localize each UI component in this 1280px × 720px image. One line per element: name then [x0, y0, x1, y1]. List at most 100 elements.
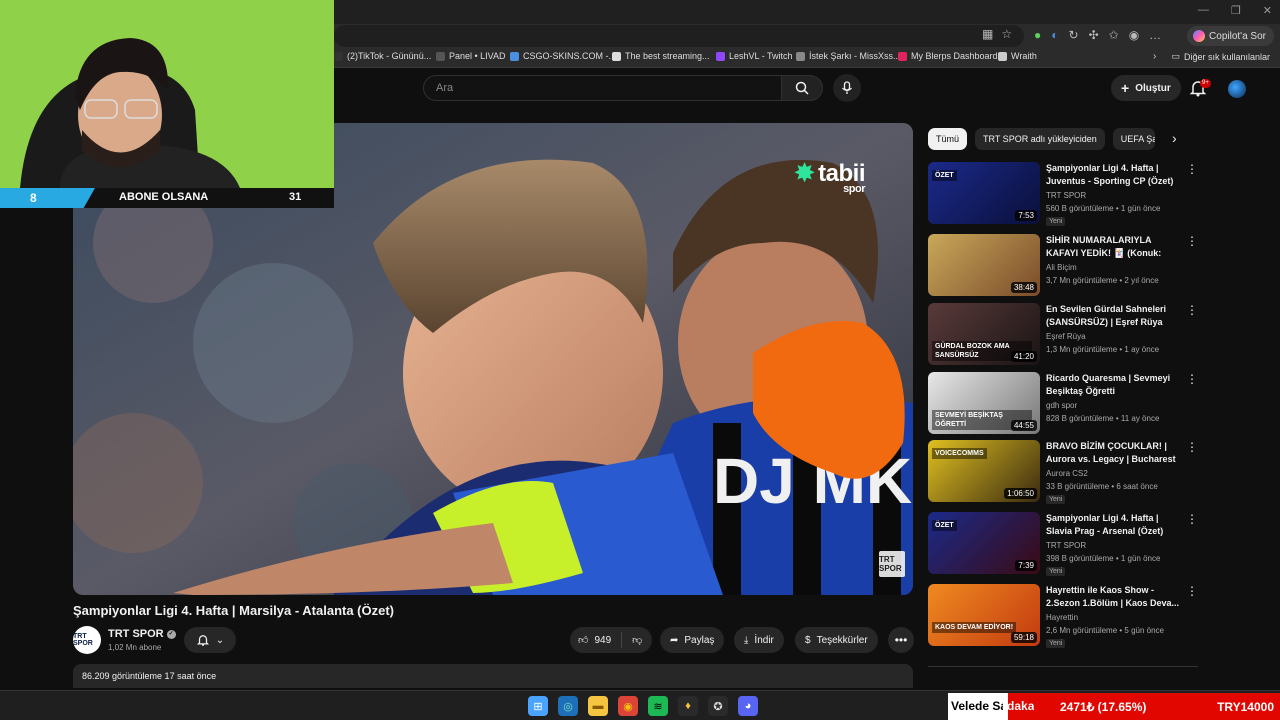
file-explorer-icon[interactable]: ▬: [588, 696, 608, 716]
kebab-menu-icon[interactable]: ⋮: [1186, 512, 1198, 526]
profile-icon[interactable]: ◉: [1129, 28, 1139, 42]
kebab-menu-icon[interactable]: ⋮: [1186, 584, 1198, 598]
thanks-button[interactable]: $ Teşekkürler: [795, 627, 878, 653]
trt-spor-watermark: TRT SPOR: [879, 551, 905, 577]
address-field[interactable]: [334, 25, 1024, 47]
bell-icon: [196, 635, 209, 646]
app-github-icon[interactable]: ✪: [708, 696, 728, 716]
restore-icon[interactable]: ❐: [1231, 4, 1241, 17]
new-badge: Yeni: [1046, 495, 1066, 504]
other-bookmarks[interactable]: ▭ Diğer sık kullanılanlar: [1171, 51, 1270, 62]
recommendation-item[interactable]: GÜRDAL BOZOK AMA SANSÜRSÜZ 41:20 En Sevile…: [928, 303, 1198, 369]
video-thumbnail[interactable]: 38:48: [928, 234, 1040, 296]
video-title: Şampiyonlar Ligi 4. Hafta | Marsilya - A…: [73, 603, 395, 618]
donation-goal: TRY14000: [1217, 699, 1274, 714]
more-actions-button[interactable]: •••: [888, 627, 914, 653]
recommendation-item[interactable]: ÖZET 7:53 Şampiyonlar Ligi 4. Hafta | Juve…: [928, 162, 1198, 228]
video-duration: 7:39: [1015, 560, 1037, 571]
streamer-webcam: [0, 0, 334, 188]
video-thumbnail[interactable]: SEVMEYİ BEŞİKTAŞ ÖĞRETTİ 44:55: [928, 372, 1040, 434]
create-button[interactable]: + Oluştur: [1111, 75, 1181, 101]
video-duration: 59:18: [1010, 632, 1037, 643]
recommendation-item[interactable]: KAOS DEVAM EDİYOR! 59:18 Hayrettin ile Kao…: [928, 584, 1198, 650]
chrome-icon[interactable]: ◉: [618, 696, 638, 716]
recommendation-video-title: Şampiyonlar Ligi 4. Hafta | Slavia Prag …: [1046, 513, 1164, 536]
video-thumbnail[interactable]: ÖZET 7:53: [928, 162, 1040, 224]
favorites-icon[interactable]: ✩: [1109, 28, 1119, 42]
bookmark-label: My Blerps Dashboard: [911, 51, 998, 61]
kebab-menu-icon[interactable]: ⋮: [1186, 372, 1198, 386]
copilot-button[interactable]: Copilot'a Sor: [1187, 26, 1274, 46]
kebab-menu-icon[interactable]: ⋮: [1186, 303, 1198, 317]
bookmark-favicon-icon: [898, 51, 907, 61]
search-button[interactable]: [781, 75, 823, 101]
bookmark-item[interactable]: İstek Şarkı - MissXss...: [796, 51, 901, 61]
account-avatar[interactable]: [1228, 80, 1246, 98]
recommendation-item[interactable]: SEVMEYİ BEŞİKTAŞ ÖĞRETTİ 44:55 Ricardo Qua…: [928, 372, 1198, 438]
recommendation-item[interactable]: 38:48 SİHİR NUMARALARIYLA KAFAYI YEDİK! 🃏…: [928, 234, 1198, 300]
bookmark-item[interactable]: CSGO-SKINS.COM -...: [510, 51, 616, 61]
goal-current: 8: [0, 188, 95, 208]
subscription-bell-button[interactable]: ⌄: [184, 627, 236, 653]
minimize-icon[interactable]: —: [1198, 4, 1209, 17]
recommendation-video-meta: 398 B görüntüleme • 1 gün önce: [1046, 554, 1161, 563]
shield-extension-icon[interactable]: ●: [1034, 28, 1041, 42]
voice-search-button[interactable]: [833, 74, 861, 102]
edge-icon[interactable]: ◎: [558, 696, 578, 716]
more-menu-icon[interactable]: …: [1149, 28, 1161, 42]
recommendation-channel-name: TRT SPOR: [1046, 191, 1087, 200]
filter-chip[interactable]: TRT SPOR adlı yükleyiciden: [975, 128, 1105, 150]
channel-name[interactable]: TRT SPOR ✓: [108, 628, 176, 640]
like-button[interactable]: 👍︎ 949: [570, 632, 623, 648]
filter-chip[interactable]: UEFA Şan: [1112, 128, 1155, 150]
bookmark-item[interactable]: The best streaming...: [612, 51, 710, 61]
close-icon[interactable]: ✕: [1263, 4, 1272, 17]
bookmarks-overflow-icon[interactable]: ›: [1153, 51, 1156, 62]
tabii-brand-sub: spor: [843, 183, 865, 195]
app-lamp-icon[interactable]: ♦: [678, 696, 698, 716]
goal-target: 31: [289, 191, 302, 203]
share-arrow-icon: ➦: [670, 634, 679, 646]
bookmark-label: (2)TikTok - Gününü...: [347, 51, 432, 61]
translate-extension-icon[interactable]: ◐: [1051, 28, 1058, 42]
video-thumbnail[interactable]: VOICECOMMS 1:06:50: [928, 440, 1040, 502]
recommendation-item[interactable]: ÖZET 7:39 Şampiyonlar Ligi 4. Hafta | Slav…: [928, 512, 1198, 578]
channel-avatar[interactable]: TRT SPOR: [73, 626, 101, 654]
kebab-menu-icon[interactable]: ⋮: [1186, 234, 1198, 248]
filter-chip[interactable]: Tümü: [928, 128, 968, 150]
recommendation-video-meta: 828 B görüntüleme • 11 ay önce: [1046, 414, 1160, 423]
bookmark-item[interactable]: LeshVL - Twitch: [716, 51, 793, 61]
dislike-button[interactable]: 👎︎: [622, 634, 652, 646]
recommendation-item[interactable]: VOICECOMMS 1:06:50 BRAVO BİZİM ÇOCUKLAR! |…: [928, 440, 1198, 506]
address-icons: ▦ ☆: [982, 27, 1012, 41]
kebab-menu-icon[interactable]: ⋮: [1186, 162, 1198, 176]
video-thumbnail[interactable]: KAOS DEVAM EDİYOR! 59:18: [928, 584, 1040, 646]
bookmark-label: LeshVL - Twitch: [729, 51, 793, 61]
description-box[interactable]: 86.209 görüntüleme 17 saat önce: [73, 664, 913, 688]
extensions-puzzle-icon[interactable]: ✣: [1089, 28, 1099, 42]
search-input[interactable]: Ara: [423, 75, 781, 101]
spotify-icon[interactable]: ≋: [648, 696, 668, 716]
bookmark-item[interactable]: Panel • LIVAD: [436, 51, 506, 61]
video-thumbnail[interactable]: GÜRDAL BOZOK AMA SANSÜRSÜZ 41:20: [928, 303, 1040, 365]
share-button[interactable]: ➦ Paylaş: [660, 627, 725, 653]
apps-icon[interactable]: ▦: [982, 27, 993, 41]
discord-icon[interactable]: ◕: [738, 696, 758, 716]
divider: [928, 666, 1198, 667]
like-count: 949: [594, 634, 612, 646]
favorite-star-icon[interactable]: ☆: [1001, 27, 1012, 41]
video-thumbnail[interactable]: ÖZET 7:39: [928, 512, 1040, 574]
windows-logo-icon[interactable]: ⊞: [528, 696, 548, 716]
bookmark-favicon-icon: [510, 51, 519, 61]
kebab-menu-icon[interactable]: ⋮: [1186, 440, 1198, 454]
views-line: 86.209 görüntüleme 17 saat önce: [82, 671, 217, 681]
bookmark-item[interactable]: (2)TikTok - Gününü...: [334, 51, 431, 61]
refresh-extension-icon[interactable]: ↻: [1069, 28, 1079, 42]
bookmark-item[interactable]: My Blerps Dashboard: [898, 51, 998, 61]
chips-next-chevron-icon[interactable]: ›: [1172, 130, 1177, 146]
bookmark-item[interactable]: Wraith: [998, 51, 1037, 61]
thumbs-down-icon: 👎︎: [632, 635, 643, 646]
chevron-down-icon: ⌄: [215, 634, 225, 646]
donation-amount: 2471₺ (17.65%): [1060, 699, 1147, 714]
download-button[interactable]: ⤓ İndir: [734, 627, 784, 653]
